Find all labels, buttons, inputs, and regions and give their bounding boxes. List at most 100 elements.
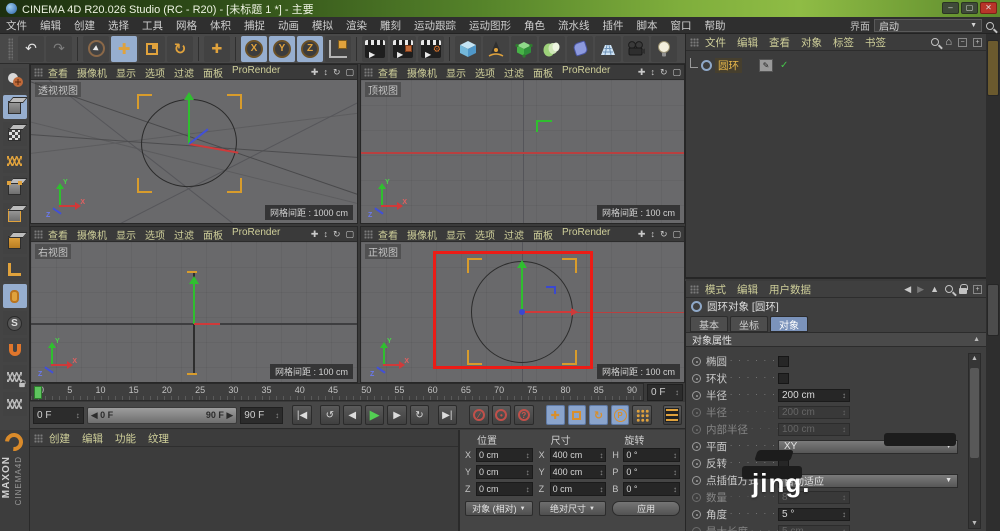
goto-start-button[interactable]: |◀ — [292, 405, 311, 425]
redo-button[interactable]: ↷ — [46, 36, 72, 62]
autokey-button[interactable]: • — [492, 405, 511, 425]
viewport-solo-button[interactable] — [3, 284, 27, 308]
tab-坐标[interactable]: 坐标 — [730, 316, 768, 332]
panel-grip[interactable] — [364, 230, 373, 239]
stepper-icon[interactable]: ↕ — [673, 468, 677, 477]
search-icon[interactable] — [931, 38, 939, 46]
viewport-menu-item[interactable]: ProRender — [232, 65, 280, 80]
material-menu-item[interactable]: 纹理 — [148, 431, 169, 446]
magnet-tool-button[interactable] — [3, 338, 27, 362]
start-frame-field[interactable]: 0 F↕ — [33, 407, 84, 424]
viewport-front[interactable]: 查看摄像机显示选项过滤面板ProRender ✚↕↻▢ — [360, 226, 685, 383]
lock-icon[interactable] — [959, 288, 967, 294]
menu-item[interactable]: 工具 — [142, 18, 163, 33]
stepper-icon[interactable]: ↕ — [842, 408, 846, 417]
menu-item[interactable]: 窗口 — [671, 18, 692, 33]
menu-item[interactable]: 插件 — [603, 18, 624, 33]
panel-grip[interactable] — [690, 285, 699, 294]
play-button[interactable]: ▶ — [365, 405, 384, 425]
viewport-menu-item[interactable]: 面板 — [533, 65, 553, 80]
menu-item[interactable]: 角色 — [524, 18, 545, 33]
viewport-menu-item[interactable]: 显示 — [116, 227, 136, 242]
scale-tool[interactable] — [139, 36, 165, 62]
circle-object-icon[interactable] — [701, 60, 712, 71]
history-forward-icon[interactable]: ▶ — [917, 284, 924, 295]
viewport-menu-item[interactable]: 查看 — [48, 227, 68, 242]
viewport-menu-item[interactable]: 选项 — [475, 227, 495, 242]
render-view-button[interactable] — [362, 36, 388, 62]
y-axis-handle[interactable] — [193, 282, 195, 324]
menu-item[interactable]: 运动跟踪 — [414, 18, 456, 33]
x-axis-handle[interactable] — [194, 323, 220, 325]
viewport-menu-item[interactable]: 过滤 — [174, 65, 194, 80]
viewport-menu-item[interactable]: 面板 — [203, 227, 223, 242]
sweep-nurbs-button[interactable] — [539, 36, 565, 62]
animate-toggle-icon[interactable] — [692, 527, 701, 531]
viewport-menu-item[interactable]: 选项 — [145, 227, 165, 242]
object-menu-item[interactable]: 对象 — [801, 35, 822, 50]
maximize-button[interactable]: ▢ — [961, 2, 978, 14]
timeline-spool-button[interactable] — [663, 405, 682, 425]
panel-grip[interactable] — [34, 68, 43, 77]
attribute-menu-item[interactable]: 用户数据 — [769, 282, 811, 297]
current-frame-field[interactable]: 0 F↕ — [647, 384, 683, 401]
next-frame-button[interactable]: ▶ — [387, 405, 406, 425]
object-menu-item[interactable]: 查看 — [769, 35, 790, 50]
light-button[interactable] — [651, 36, 677, 62]
texture-mode-button[interactable] — [3, 122, 27, 146]
coordinate-field[interactable]: 0 cm↕ — [476, 465, 533, 479]
coordinate-field[interactable]: 0 cm↕ — [476, 448, 533, 462]
stepper-icon[interactable]: ↕ — [526, 451, 530, 460]
menu-item[interactable]: 雕刻 — [380, 18, 401, 33]
menu-item[interactable]: 体积 — [210, 18, 231, 33]
value-field[interactable]: 100 cm↕ — [778, 423, 850, 436]
lock-x-axis-button[interactable]: X — [241, 36, 267, 62]
stepper-icon[interactable]: ↕ — [842, 510, 846, 519]
scroll-up-icon[interactable]: ▲ — [969, 355, 980, 362]
viewport-menu-item[interactable]: 查看 — [378, 65, 398, 80]
viewport-canvas-perspective[interactable]: XYZ 透视视图 网格间距 : 1000 cm — [31, 80, 357, 223]
stepper-icon[interactable]: ↕ — [673, 485, 677, 494]
animate-toggle-icon[interactable] — [692, 510, 701, 519]
animate-toggle-icon[interactable] — [692, 425, 701, 434]
rotate-view-icon[interactable]: ↻ — [660, 229, 668, 240]
coordinate-field[interactable]: 0 °↕ — [623, 465, 680, 479]
stepper-icon[interactable]: ↕ — [842, 425, 846, 434]
viewport-menu-item[interactable]: 摄像机 — [77, 227, 107, 242]
side-tab[interactable] — [987, 284, 999, 336]
mode-dropdown[interactable]: 对象 (相对)▼ — [465, 501, 533, 516]
material-menu-item[interactable]: 编辑 — [82, 431, 103, 446]
move-tool[interactable]: ✚ — [111, 36, 137, 62]
dolly-view-icon[interactable]: ↕ — [650, 67, 655, 78]
maximize-view-icon[interactable]: ▢ — [345, 229, 354, 240]
loop-button[interactable]: ↻ — [410, 405, 429, 425]
animate-toggle-icon[interactable] — [692, 493, 701, 502]
pan-view-icon[interactable]: ✚ — [311, 67, 319, 78]
model-mode-button[interactable] — [3, 95, 27, 119]
menu-item[interactable]: 脚本 — [637, 18, 658, 33]
polygons-mode-button[interactable] — [3, 230, 27, 254]
menu-item[interactable]: 帮助 — [705, 18, 726, 33]
side-tab[interactable] — [987, 40, 999, 96]
mode-dropdown[interactable]: 绝对尺寸▼ — [539, 501, 607, 516]
menu-item[interactable]: 文件 — [6, 18, 27, 33]
attribute-menu-item[interactable]: 编辑 — [737, 282, 758, 297]
rotate-view-icon[interactable]: ↻ — [660, 67, 668, 78]
menu-item[interactable]: 网格 — [176, 18, 197, 33]
viewport-menu-item[interactable]: 过滤 — [504, 227, 524, 242]
timeline-playhead[interactable] — [34, 386, 42, 399]
stepper-icon[interactable]: ↕ — [599, 451, 603, 460]
viewport-menu-item[interactable]: ProRender — [562, 65, 610, 80]
record-keyframe-button[interactable]: ∕ — [469, 405, 488, 425]
viewport-menu-item[interactable]: 摄像机 — [77, 65, 107, 80]
last-tool-button[interactable]: ✚ — [204, 36, 230, 62]
deformer-button[interactable] — [567, 36, 593, 62]
animate-toggle-icon[interactable] — [692, 459, 701, 468]
points-mode-button[interactable] — [3, 176, 27, 200]
pan-view-icon[interactable]: ✚ — [638, 67, 646, 78]
maximize-view-icon[interactable]: ▢ — [672, 229, 681, 240]
display-tag-icon[interactable]: ✎ — [759, 59, 773, 72]
generator-button[interactable] — [511, 36, 537, 62]
stepper-icon[interactable]: ↕ — [842, 527, 846, 531]
coordinate-field[interactable]: 0 °↕ — [623, 448, 680, 462]
